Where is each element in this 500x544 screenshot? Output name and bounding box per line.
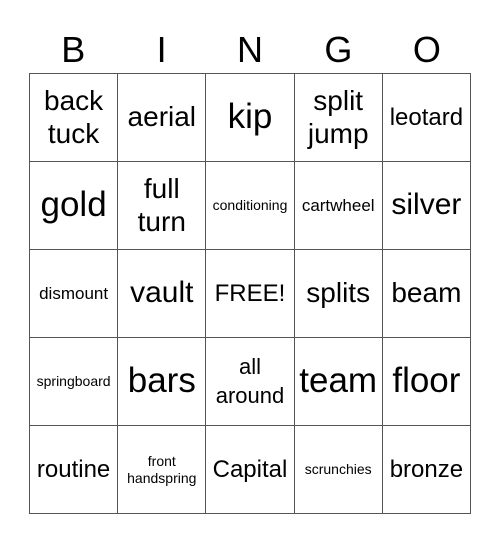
bingo-cell[interactable]: all around: [206, 338, 295, 426]
bingo-cell[interactable]: conditioning: [206, 162, 295, 250]
header-letter-n: N: [237, 29, 264, 70]
bingo-cell[interactable]: vault: [118, 250, 207, 338]
bingo-cell[interactable]: cartwheel: [294, 162, 383, 250]
bingo-cell[interactable]: team: [294, 338, 383, 426]
free-space-cell[interactable]: FREE!: [206, 250, 295, 338]
bingo-cell[interactable]: routine: [30, 426, 119, 514]
bingo-cell[interactable]: floor: [382, 338, 471, 426]
bingo-cell[interactable]: springboard: [30, 338, 119, 426]
header-letter-i: I: [156, 29, 167, 70]
header-letter-b: B: [61, 29, 86, 70]
bingo-cell[interactable]: beam: [382, 250, 471, 338]
bingo-cell[interactable]: kip: [206, 74, 295, 162]
bingo-cell[interactable]: gold: [30, 162, 119, 250]
bingo-cell[interactable]: splits: [294, 250, 383, 338]
bingo-header: B I N G O: [29, 28, 471, 72]
bingo-cell[interactable]: full turn: [118, 162, 207, 250]
bingo-cell[interactable]: leotard: [382, 74, 471, 162]
header-letter-o: O: [412, 29, 441, 70]
bingo-cell[interactable]: split jump: [294, 74, 383, 162]
bingo-cell[interactable]: dismount: [30, 250, 119, 338]
bingo-cell[interactable]: scrunchies: [294, 426, 383, 514]
bingo-cell[interactable]: front handspring: [118, 426, 207, 514]
bingo-cell[interactable]: aerial: [118, 74, 207, 162]
header-letter-g: G: [324, 29, 353, 70]
bingo-cell[interactable]: back tuck: [30, 74, 119, 162]
bingo-cell[interactable]: bronze: [382, 426, 471, 514]
bingo-grid: back tuck aerial kip split jump leotard …: [29, 73, 471, 514]
bingo-cell[interactable]: silver: [382, 162, 471, 250]
bingo-cell[interactable]: Capital: [206, 426, 295, 514]
bingo-cell[interactable]: bars: [118, 338, 207, 426]
